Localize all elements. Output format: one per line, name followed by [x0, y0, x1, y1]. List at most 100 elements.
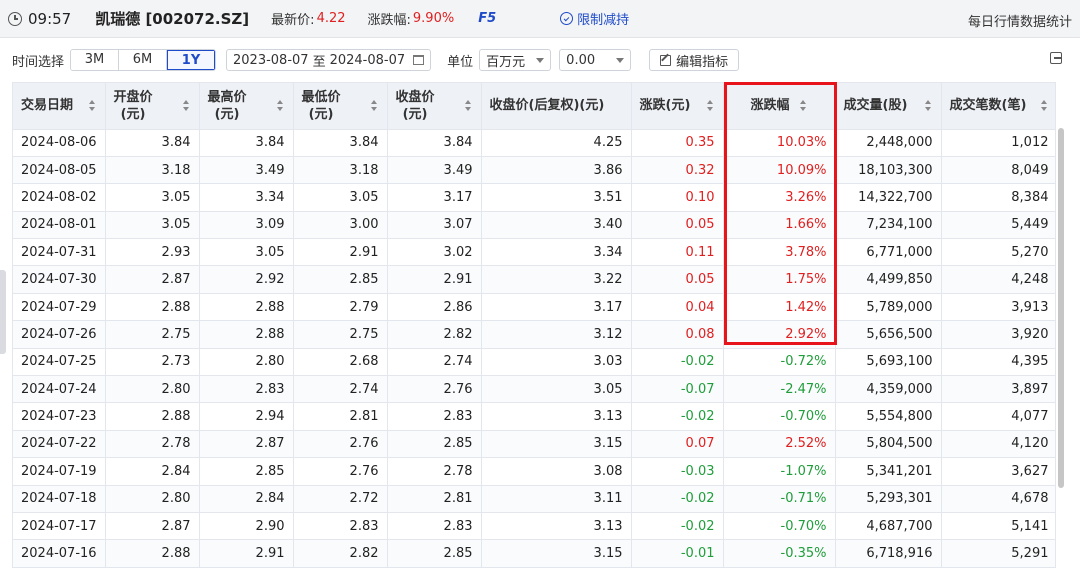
sort-icon[interactable] [799, 99, 808, 112]
table-cell: 3.40 [481, 211, 632, 240]
date-range-picker[interactable]: 2023-08-07 至 2024-08-07 [226, 49, 432, 71]
unit-select[interactable]: 百万元 [479, 49, 552, 71]
date-start: 2023-08-07 [233, 52, 309, 68]
range-6m-button[interactable]: 6M [119, 50, 168, 70]
table-row[interactable]: 2024-07-30 2.87 2.92 2.85 2.91 3.22 0.05 1.75% 4… [13, 265, 1055, 294]
column-header[interactable]: 开盘价 (元) [105, 83, 200, 130]
table-row[interactable]: 2024-07-17 2.87 2.90 2.83 2.83 3.13 -0.02 -0.70… [13, 512, 1055, 541]
sort-icon[interactable] [924, 99, 933, 112]
table-cell: 3.26% [723, 183, 836, 212]
table-cell: 2.82 [387, 320, 482, 349]
precision-select[interactable]: 0.00 [559, 49, 632, 71]
range-1y-button[interactable]: 1Y [167, 50, 216, 70]
export-icon[interactable] [1050, 52, 1062, 64]
edit-indicators-button[interactable]: 编辑指标 [649, 49, 740, 71]
column-header-label: 成交笔数(笔) [949, 98, 1027, 114]
limit-reduction-link[interactable]: 限制减持 [560, 9, 629, 28]
table-cell: 5,341,201 [835, 457, 942, 486]
chevron-down-icon [536, 57, 545, 63]
column-header[interactable]: 收盘价 (元) [387, 83, 482, 130]
table-row[interactable]: 2024-07-25 2.73 2.80 2.68 2.74 3.03 -0.02 -0.72… [13, 348, 1055, 377]
table-cell: 5,789,000 [835, 293, 942, 322]
table-row[interactable]: 2024-07-23 2.88 2.94 2.81 2.83 3.13 -0.02 -0.70… [13, 402, 1055, 431]
table-cell: 3.05 [481, 375, 632, 404]
table-cell: 2.74 [387, 348, 482, 377]
f5-button[interactable]: F5 [478, 11, 496, 26]
stock-name: 凯瑞德 [002072.SZ] [95, 10, 250, 28]
table-cell: -0.07 [631, 375, 724, 404]
table-cell: 5,656,500 [835, 320, 942, 349]
table-cell: 2.91 [387, 265, 482, 294]
sort-icon[interactable] [706, 99, 715, 112]
table-cell: -0.02 [631, 512, 724, 541]
table-cell: 3.84 [199, 129, 294, 157]
column-header[interactable]: 涨跌幅 [723, 83, 836, 130]
table-cell: 8,049 [941, 156, 1055, 185]
table-row[interactable]: 2024-07-19 2.84 2.85 2.76 2.78 3.08 -0.03 -1.07… [13, 457, 1055, 486]
table-row[interactable]: 2024-07-24 2.80 2.83 2.74 2.76 3.05 -0.07 -2.47… [13, 375, 1055, 404]
sort-icon[interactable] [88, 99, 97, 112]
sort-icon[interactable] [276, 99, 285, 112]
table-cell: 2.93 [105, 238, 200, 267]
table-cell: 3.17 [481, 293, 632, 322]
sort-icon[interactable] [182, 99, 191, 112]
table-row[interactable]: 2024-08-06 3.84 3.84 3.84 3.84 4.25 0.35 10.03%… [13, 129, 1055, 157]
table-cell: 1,012 [941, 129, 1055, 157]
table-cell: 2.92 [199, 265, 294, 294]
table-cell: 4,248 [941, 265, 1055, 294]
table-cell: 2.91 [199, 539, 294, 567]
column-header[interactable]: 成交量(股) [835, 83, 942, 130]
range-3m-button[interactable]: 3M [71, 50, 120, 70]
toolbar: 时间选择 3M 6M 1Y 2023-08-07 至 2024-08-07 单位… [0, 46, 1080, 74]
table-cell: 5,141 [941, 512, 1055, 541]
column-header[interactable]: 交易日期 [13, 83, 106, 130]
table-row[interactable]: 2024-07-22 2.78 2.87 2.76 2.85 3.15 0.07 2.52% 5… [13, 430, 1055, 459]
table-cell: 10.03% [723, 129, 836, 157]
table-cell: 3,627 [941, 457, 1055, 486]
table-cell: 2024-07-18 [13, 485, 106, 513]
column-header[interactable]: 最低价 (元) [293, 83, 388, 130]
table-cell: -0.70% [723, 402, 836, 431]
table-row[interactable]: 2024-07-16 2.88 2.91 2.82 2.85 3.15 -0.01 -0.35… [13, 539, 1055, 567]
table-row[interactable]: 2024-07-26 2.75 2.88 2.75 2.82 3.12 0.08 2.92% 5… [13, 320, 1055, 349]
table-cell: 3.49 [387, 156, 482, 185]
table-cell: 6,771,000 [835, 238, 942, 267]
table-row[interactable]: 2024-07-18 2.80 2.84 2.72 2.81 3.11 -0.02 -0.71… [13, 485, 1055, 513]
table-cell: 2,448,000 [835, 129, 942, 157]
table-cell: 2.88 [105, 402, 200, 431]
column-header[interactable]: 成交笔数(笔) [941, 83, 1055, 130]
table-row[interactable]: 2024-07-31 2.93 3.05 2.91 3.02 3.34 0.11 3.78% 6… [13, 238, 1055, 267]
table-cell: 2.92% [723, 320, 836, 349]
table-row[interactable]: 2024-07-29 2.88 2.88 2.79 2.86 3.17 0.04 1.42% 5… [13, 293, 1055, 322]
column-header[interactable]: 最高价 (元) [199, 83, 294, 130]
range-selector: 3M 6M 1Y [70, 49, 217, 71]
table-row[interactable]: 2024-08-01 3.05 3.09 3.00 3.07 3.40 0.05 1.66% 7… [13, 211, 1055, 240]
table-cell: 2024-07-31 [13, 238, 106, 267]
edit-icon [660, 54, 672, 66]
table-cell: 2.81 [293, 402, 388, 431]
table-cell: 1.66% [723, 211, 836, 240]
table-cell: 2.68 [293, 348, 388, 377]
table-cell: 2.87 [105, 265, 200, 294]
time-select-label: 时间选择 [12, 54, 65, 70]
page-title: 每日行情数据统计 [967, 15, 1072, 30]
quotes-table-container: 交易日期 开盘价 (元) 最高价 (元) 最低价 (元) 收盘价 (元) 收盘价(后复权)(元) 涨… [12, 82, 1056, 568]
table-cell: 3.22 [481, 265, 632, 294]
sort-icon[interactable] [370, 99, 379, 112]
table-row[interactable]: 2024-08-05 3.18 3.49 3.18 3.49 3.86 0.32 10.09%… [13, 156, 1055, 185]
latest-price-value: 4.22 [316, 11, 346, 26]
table-cell: -0.35% [723, 539, 836, 567]
table-cell: 3.84 [387, 129, 482, 157]
table-cell: 3.12 [481, 320, 632, 349]
table-cell: 0.08 [631, 320, 724, 349]
side-collapse-handle[interactable] [0, 270, 6, 354]
sort-icon[interactable] [1040, 99, 1049, 112]
column-header[interactable]: 收盘价(后复权)(元) [481, 83, 632, 130]
table-cell: 2.72 [293, 485, 388, 513]
table-row[interactable]: 2024-08-02 3.05 3.34 3.05 3.17 3.51 0.10 3.26% 1… [13, 183, 1055, 212]
table-cell: 2.88 [105, 539, 200, 567]
sort-icon[interactable] [464, 99, 473, 112]
latest-price-label: 最新价: [271, 13, 315, 28]
vertical-scrollbar[interactable] [1058, 128, 1064, 488]
column-header[interactable]: 涨跌(元) [631, 83, 724, 130]
